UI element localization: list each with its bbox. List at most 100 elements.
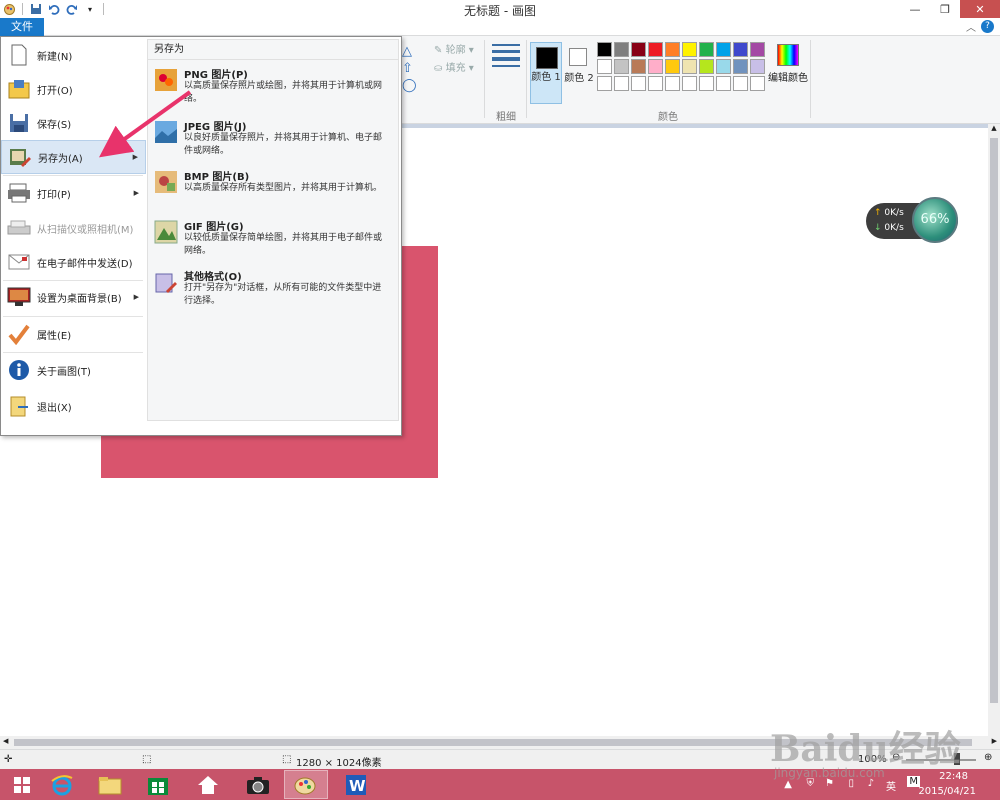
fill-button[interactable]: ⛀ 填充 ▾ bbox=[434, 60, 474, 78]
svg-text:W: W bbox=[349, 777, 366, 795]
scroll-up-icon[interactable]: ▲ bbox=[988, 124, 1000, 132]
scroll-right-icon[interactable]: ▶ bbox=[992, 737, 997, 745]
palette-swatch[interactable] bbox=[699, 42, 714, 57]
palette-swatch[interactable] bbox=[631, 76, 646, 91]
arrow-up-shape-icon[interactable]: ⇧ bbox=[402, 61, 430, 78]
save-as-option[interactable]: 其他格式(O) 打开"另存为"对话框，从所有可能的文件类型中进行选择。 bbox=[152, 268, 396, 316]
scanner-icon bbox=[7, 216, 31, 240]
file-menu-item-label: 关于画图(T) bbox=[37, 366, 91, 378]
color1-button[interactable]: 颜色 1 bbox=[530, 42, 562, 104]
palette-swatch[interactable] bbox=[648, 59, 663, 74]
file-menu-item[interactable]: 在电子邮件中发送(D) bbox=[1, 245, 146, 279]
submenu-arrow-icon: ▶ bbox=[132, 153, 138, 161]
color2-button[interactable]: 颜色 2 bbox=[564, 42, 594, 104]
file-menu-item[interactable]: 打开(O) bbox=[1, 72, 146, 106]
palette-swatch[interactable] bbox=[665, 76, 680, 91]
file-menu-item[interactable]: 退出(X) bbox=[1, 389, 146, 423]
palette-swatch[interactable] bbox=[631, 59, 646, 74]
jpeg-icon bbox=[154, 120, 178, 144]
exit-icon bbox=[7, 394, 31, 418]
file-menu-commands: 新建(N) 打开(O) 保存(S) 另存为(A) ▶ 打印(P) ▶ 从扫描仪或照相机(M) 在… bbox=[1, 37, 146, 435]
wps-writer-icon[interactable]: W bbox=[334, 770, 378, 799]
callout-shape-icon[interactable]: ◯ bbox=[402, 78, 430, 95]
save-as-option[interactable]: JPEG 图片(J) 以良好质量保存照片，并将其用于计算机、电子邮件或网络。 bbox=[152, 118, 396, 166]
clock-date[interactable]: 2015/04/21 bbox=[918, 786, 976, 797]
camera-icon[interactable] bbox=[236, 770, 280, 799]
palette-swatch[interactable] bbox=[631, 42, 646, 57]
close-button[interactable]: ✕ bbox=[960, 0, 1000, 18]
palette-swatch[interactable] bbox=[597, 59, 612, 74]
palette-swatch[interactable] bbox=[733, 76, 748, 91]
file-menu-item[interactable]: 另存为(A) ▶ bbox=[1, 140, 146, 174]
triangle-shape-icon[interactable]: △ bbox=[402, 44, 430, 61]
file-menu-item[interactable]: 属性(E) bbox=[1, 317, 146, 351]
printer-icon bbox=[7, 181, 31, 205]
palette-swatch[interactable] bbox=[750, 42, 765, 57]
palette-swatch[interactable] bbox=[699, 76, 714, 91]
file-menu-item[interactable]: 设置为桌面背景(B) ▶ bbox=[1, 280, 146, 314]
file-tab[interactable]: 文件 bbox=[0, 18, 44, 36]
submenu-arrow-icon: ▶ bbox=[133, 189, 139, 197]
palette-swatch[interactable] bbox=[699, 59, 714, 74]
save-as-title: 另存为 bbox=[148, 40, 398, 60]
file-menu-item-label: 属性(E) bbox=[37, 330, 72, 342]
palette-swatch[interactable] bbox=[716, 76, 731, 91]
memory-ball[interactable]: 66% bbox=[912, 197, 958, 243]
palette-swatch[interactable] bbox=[597, 42, 612, 57]
palette-swatch[interactable] bbox=[682, 42, 697, 57]
palette-swatch[interactable] bbox=[750, 59, 765, 74]
outline-fill-group: ✎ 轮廓 ▾ ⛀ 填充 ▾ bbox=[434, 42, 474, 78]
file-menu-item[interactable]: 保存(S) bbox=[1, 106, 146, 140]
menu-separator bbox=[3, 316, 143, 317]
save-as-option[interactable]: GIF 图片(G) 以较低质量保存简单绘图，并将其用于电子邮件或网络。 bbox=[152, 218, 396, 266]
shapes-gallery[interactable]: △ ⇧ ◯ bbox=[402, 44, 430, 95]
restore-button[interactable]: ❐ bbox=[930, 0, 960, 18]
internet-explorer-icon[interactable] bbox=[40, 770, 84, 799]
palette-swatch[interactable] bbox=[750, 76, 765, 91]
ime-language[interactable]: 英 bbox=[886, 778, 896, 793]
help-icon[interactable]: ? bbox=[981, 20, 994, 33]
start-button[interactable] bbox=[0, 770, 44, 799]
save-as-option[interactable]: PNG 图片(P) 以高质量保存照片或绘图，并将其用于计算机或网络。 bbox=[152, 66, 396, 114]
color1-label: 颜色 1 bbox=[531, 72, 561, 83]
file-menu-item[interactable]: 新建(N) bbox=[1, 38, 146, 72]
palette-swatch[interactable] bbox=[648, 76, 663, 91]
palette-swatch[interactable] bbox=[665, 42, 680, 57]
up-arrow-icon: ↑ bbox=[874, 208, 882, 218]
palette-swatch[interactable] bbox=[682, 59, 697, 74]
thickness-button[interactable] bbox=[490, 44, 522, 71]
file-menu-item[interactable]: 关于画图(T) bbox=[1, 353, 146, 387]
palette-swatch[interactable] bbox=[597, 76, 612, 91]
show-hidden-icons-icon[interactable]: ▲ bbox=[784, 779, 792, 790]
chevron-up-icon[interactable]: ︿ bbox=[966, 19, 976, 34]
palette-swatch[interactable] bbox=[614, 76, 629, 91]
palette-swatch[interactable] bbox=[665, 59, 680, 74]
save-as-option-desc: 以高质量保存所有类型图片，并将其用于计算机。 bbox=[184, 183, 383, 193]
palette-swatch[interactable] bbox=[716, 42, 731, 57]
save-as-option-name: JPEG 图片(J) bbox=[184, 122, 247, 133]
palette-swatch[interactable] bbox=[614, 42, 629, 57]
file-menu-item[interactable]: 打印(P) ▶ bbox=[1, 176, 146, 210]
palette-swatch[interactable] bbox=[682, 76, 697, 91]
minimize-button[interactable]: — bbox=[900, 0, 930, 18]
palette-swatch[interactable] bbox=[614, 59, 629, 74]
menu-separator bbox=[3, 175, 143, 176]
vertical-scroll-thumb[interactable] bbox=[990, 138, 998, 703]
outline-button[interactable]: ✎ 轮廓 ▾ bbox=[434, 42, 474, 60]
scroll-left-icon[interactable]: ◀ bbox=[3, 737, 8, 745]
palette-swatch[interactable] bbox=[716, 59, 731, 74]
palette-swatch[interactable] bbox=[648, 42, 663, 57]
palette-swatch[interactable] bbox=[733, 42, 748, 57]
vertical-scrollbar[interactable]: ▲ bbox=[988, 124, 1000, 736]
save-as-option[interactable]: BMP 图片(B) 以高质量保存所有类型图片，并将其用于计算机。 bbox=[152, 168, 396, 216]
save-as-icon bbox=[8, 145, 32, 169]
file-explorer-icon[interactable] bbox=[88, 770, 132, 799]
store-icon[interactable] bbox=[136, 770, 180, 799]
home-icon[interactable] bbox=[186, 770, 230, 799]
paint-taskbar-icon[interactable] bbox=[284, 770, 328, 799]
zoom-in-icon[interactable]: ⊕ bbox=[984, 752, 992, 763]
palette-swatch[interactable] bbox=[733, 59, 748, 74]
save-as-option-desc: 以良好质量保存照片，并将其用于计算机、电子邮件或网络。 bbox=[184, 133, 383, 156]
edit-colors-button[interactable]: 编辑颜色 bbox=[768, 44, 808, 84]
network-speed-widget[interactable]: ↑ 0K/s ↓ 0K/s 66% bbox=[866, 197, 958, 243]
